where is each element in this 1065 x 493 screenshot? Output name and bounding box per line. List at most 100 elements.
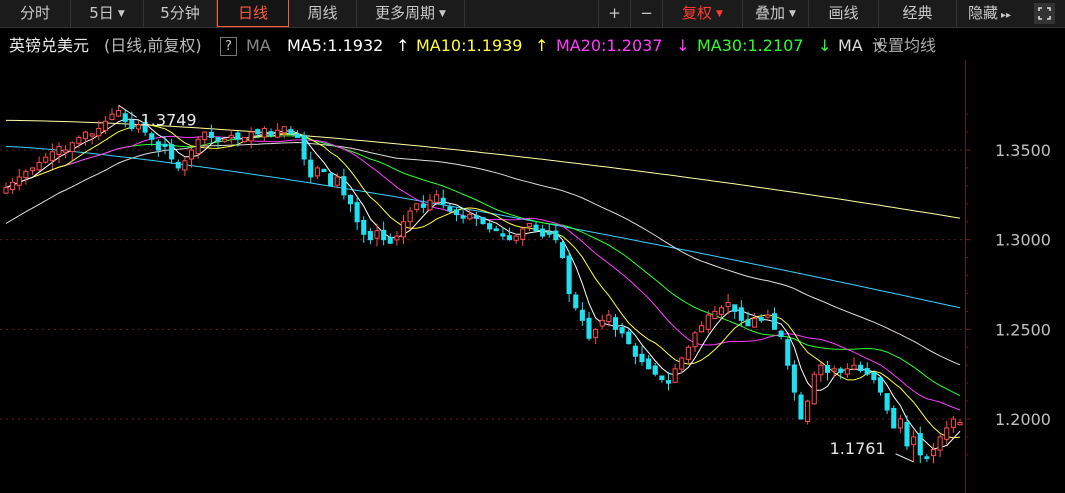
- candle-body: [712, 310, 718, 320]
- candle-body: [182, 160, 188, 171]
- tab-period[interactable]: 5日 ▼: [71, 0, 144, 27]
- candle-body: [520, 228, 526, 240]
- fullscreen-icon[interactable]: [1034, 3, 1055, 24]
- candle-body: [646, 358, 652, 370]
- hide-button[interactable]: 隐藏 ▸▸: [956, 0, 1022, 27]
- ma-prefix: MA: [246, 36, 271, 55]
- candle-body: [924, 456, 930, 459]
- candle-body: [533, 224, 539, 232]
- candle-body: [493, 228, 499, 232]
- chevron-down-icon: ▼: [117, 9, 125, 19]
- candle-body: [659, 375, 665, 381]
- candle-body: [215, 137, 221, 142]
- candle-body: [526, 223, 532, 227]
- candle-body: [500, 233, 506, 237]
- candle-body: [652, 365, 658, 375]
- tab-period[interactable]: 更多周期 ▼: [357, 0, 465, 27]
- candle-body: [195, 138, 201, 155]
- candle-body: [387, 236, 393, 244]
- zoom-in-button[interactable]: +: [598, 0, 630, 27]
- candle-body: [758, 317, 764, 321]
- chevron-down-icon: ▼: [439, 9, 446, 19]
- period-toolbar: 分时 5日 ▼ 5分钟 日线 周线 更多周期 ▼ + − 复权 ▼ 叠加 ▼ 画线 经典 隐藏 ▸▸: [0, 0, 1065, 28]
- candle-body: [805, 400, 811, 423]
- candle-body: [864, 368, 870, 375]
- candle-body: [732, 304, 738, 312]
- candle-body: [407, 210, 413, 223]
- candle-body: [473, 215, 479, 219]
- ma10-trend-icon: ↑: [535, 36, 549, 55]
- candle-body: [672, 368, 678, 383]
- candle-body: [29, 167, 36, 171]
- hide-label: 隐藏: [967, 4, 998, 22]
- tab-period[interactable]: 分时: [0, 0, 71, 27]
- candle-body: [606, 314, 612, 323]
- candle-body: [268, 131, 274, 137]
- zoom-out-button[interactable]: −: [630, 0, 662, 27]
- candle-body: [361, 219, 367, 235]
- candle-body: [275, 129, 281, 138]
- candle-body: [593, 328, 599, 339]
- candle-body: [725, 301, 731, 308]
- candle-body: [434, 194, 440, 203]
- candle-body: [202, 131, 208, 141]
- chart-mode: (日线,前复权): [104, 36, 202, 55]
- candle-body: [69, 142, 75, 153]
- help-button[interactable]: ?: [220, 37, 237, 56]
- candle-body: [798, 394, 804, 420]
- candle-body: [487, 223, 493, 230]
- tab-label: 5分钟: [160, 4, 200, 22]
- ma-legend: 英镑兑美元 (日线,前复权) ? MA MA5:1.1932 ↑ MA10:1.…: [0, 31, 1065, 61]
- candle-body: [612, 317, 619, 330]
- tab-period[interactable]: 周线: [289, 0, 357, 27]
- fuquan-dropdown[interactable]: 复权 ▼: [662, 0, 742, 27]
- candle-body: [129, 119, 135, 129]
- ma120-line: [5, 145, 961, 309]
- candle-body: [632, 345, 638, 357]
- y-tick-label: 1.2500: [995, 320, 1051, 339]
- instrument-name: 英镑兑美元: [9, 36, 90, 55]
- candle-body: [699, 325, 705, 333]
- candle-body: [261, 127, 267, 138]
- classic-button[interactable]: 经典: [878, 0, 956, 27]
- candle-body: [400, 221, 407, 238]
- candle-body: [824, 364, 831, 373]
- candle-body: [897, 418, 903, 429]
- candle-body: [665, 380, 672, 384]
- tab-period[interactable]: 5分钟: [144, 0, 217, 27]
- candle-body: [858, 364, 864, 372]
- candle-body: [116, 110, 122, 117]
- candle-body: [241, 136, 248, 143]
- candle-body: [957, 422, 963, 426]
- low-annotation: 1.1761: [830, 439, 886, 458]
- tab-label: 分时: [19, 4, 50, 22]
- candle-body: [10, 181, 16, 190]
- candle-body: [559, 242, 566, 259]
- candle-body: [89, 133, 95, 137]
- draw-line-button[interactable]: 画线: [808, 0, 878, 27]
- overlay-dropdown[interactable]: 叠加 ▼: [742, 0, 808, 27]
- candle-body: [513, 235, 519, 241]
- candle-body: [440, 197, 446, 205]
- candle-body: [785, 339, 791, 366]
- ma30-trend-icon: ↓: [818, 36, 832, 55]
- ma5-trend-icon: ↑: [396, 36, 410, 55]
- candle-body: [447, 206, 453, 212]
- candle-body: [738, 307, 744, 321]
- candlestick-chart[interactable]: 1.3500 1.3000 1.2500 1.2000 1.3749 1.1761: [0, 60, 1065, 493]
- candle-body: [3, 187, 9, 194]
- y-tick-label: 1.2000: [995, 410, 1051, 429]
- candle-body: [566, 255, 572, 294]
- candle-body: [76, 136, 82, 144]
- candle-body: [771, 313, 778, 330]
- candle-body: [930, 448, 937, 457]
- double-arrow-icon: ▸▸: [1000, 10, 1012, 21]
- candle-body: [480, 217, 486, 225]
- tab-period[interactable]: 日线: [217, 0, 289, 27]
- candle-body: [169, 144, 175, 160]
- candle-body: [586, 317, 592, 339]
- candle-body: [752, 318, 758, 328]
- fuquan-label: 复权: [682, 4, 713, 22]
- candle-body: [619, 327, 625, 334]
- ma5-value: MA5:1.1932: [287, 36, 384, 55]
